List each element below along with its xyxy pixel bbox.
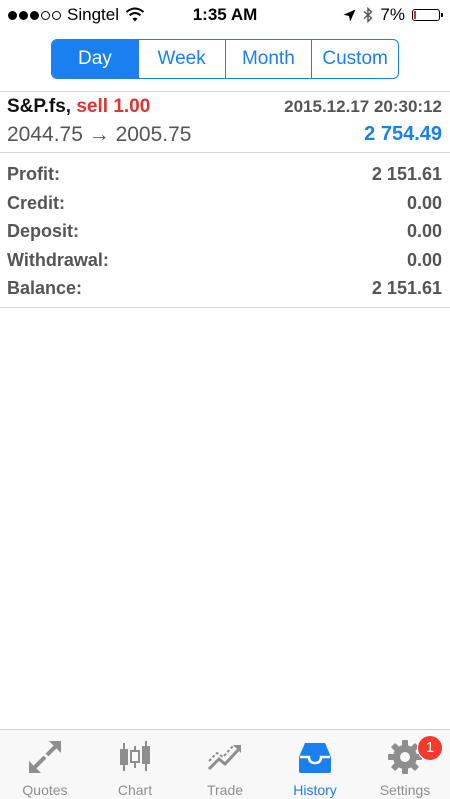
deal-datetime: 2015.12.17 20:30:12 (284, 97, 442, 116)
battery-icon (412, 9, 443, 21)
summary-value: 2 151.61 (371, 164, 442, 184)
summary-value: 0.00 (406, 221, 442, 241)
tab-label: Chart (117, 782, 153, 798)
notification-badge: 1 (417, 735, 443, 761)
tab-trade[interactable]: Trade (180, 730, 270, 799)
summary-value: 0.00 (406, 249, 442, 270)
trade-icon (207, 745, 241, 771)
deal-amount: 2 754.49 (364, 123, 442, 145)
summary-label: Deposit: (7, 221, 79, 241)
summary-row-balance: Balance: 2 151.61 (0, 274, 450, 303)
divider (0, 152, 450, 153)
summary-row-deposit: Deposit: 0.00 (0, 217, 450, 246)
battery-percent: 7% (380, 5, 405, 24)
period-tab-week[interactable]: Week (137, 40, 225, 78)
summary-label: Withdrawal: (7, 249, 109, 270)
deal-symbol: S&P.fs, (7, 96, 72, 117)
period-tab-custom[interactable]: Custom (311, 40, 398, 78)
summary-row-credit: Credit: 0.00 (0, 189, 450, 218)
status-right: 7% (343, 5, 443, 25)
deal-symbol-line: S&P.fs, sell 1.00 (7, 96, 150, 118)
summary-value: 0.00 (406, 192, 442, 213)
quotes-icon (29, 741, 61, 773)
tab-history[interactable]: History (270, 730, 360, 799)
tab-chart[interactable]: Chart (90, 730, 180, 799)
tab-settings[interactable]: 1 Settings (360, 730, 450, 799)
bluetooth-icon (363, 7, 373, 23)
deal-side: sell 1.00 (76, 96, 151, 117)
period-segmented-control: Day Week Month Custom (51, 39, 399, 79)
status-bar: Singtel 1:35 AM 7% (0, 0, 450, 30)
location-arrow-icon (343, 9, 356, 21)
tab-label: Quotes (22, 782, 68, 798)
deal-prices: 2044.75 → 2005.75 (7, 123, 192, 146)
summary-label: Balance: (7, 278, 83, 298)
chart-icon (120, 741, 150, 771)
summary-value: 2 151.61 (371, 278, 442, 298)
period-tab-month[interactable]: Month (224, 40, 312, 78)
summary-row-withdrawal: Withdrawal: 0.00 (0, 246, 450, 275)
tab-label: Settings (379, 782, 431, 798)
deal-row[interactable]: S&P.fs, sell 1.00 2015.12.17 20:30:12 20… (0, 92, 450, 152)
tab-quotes[interactable]: Quotes (0, 730, 90, 799)
summary-label: Credit: (7, 192, 65, 213)
divider (0, 307, 450, 308)
summary-row-profit: Profit: 2 151.61 (0, 160, 450, 189)
tab-label: History (293, 782, 337, 798)
summary-section: Profit: 2 151.61 Credit: 0.00 Deposit: 0… (0, 160, 450, 303)
tab-bar: Quotes Chart Trade History 1 Settings (0, 729, 450, 799)
period-tab-day[interactable]: Day (52, 40, 138, 78)
history-icon (299, 743, 331, 773)
tab-label: Trade (206, 782, 244, 798)
summary-label: Profit: (7, 164, 60, 184)
